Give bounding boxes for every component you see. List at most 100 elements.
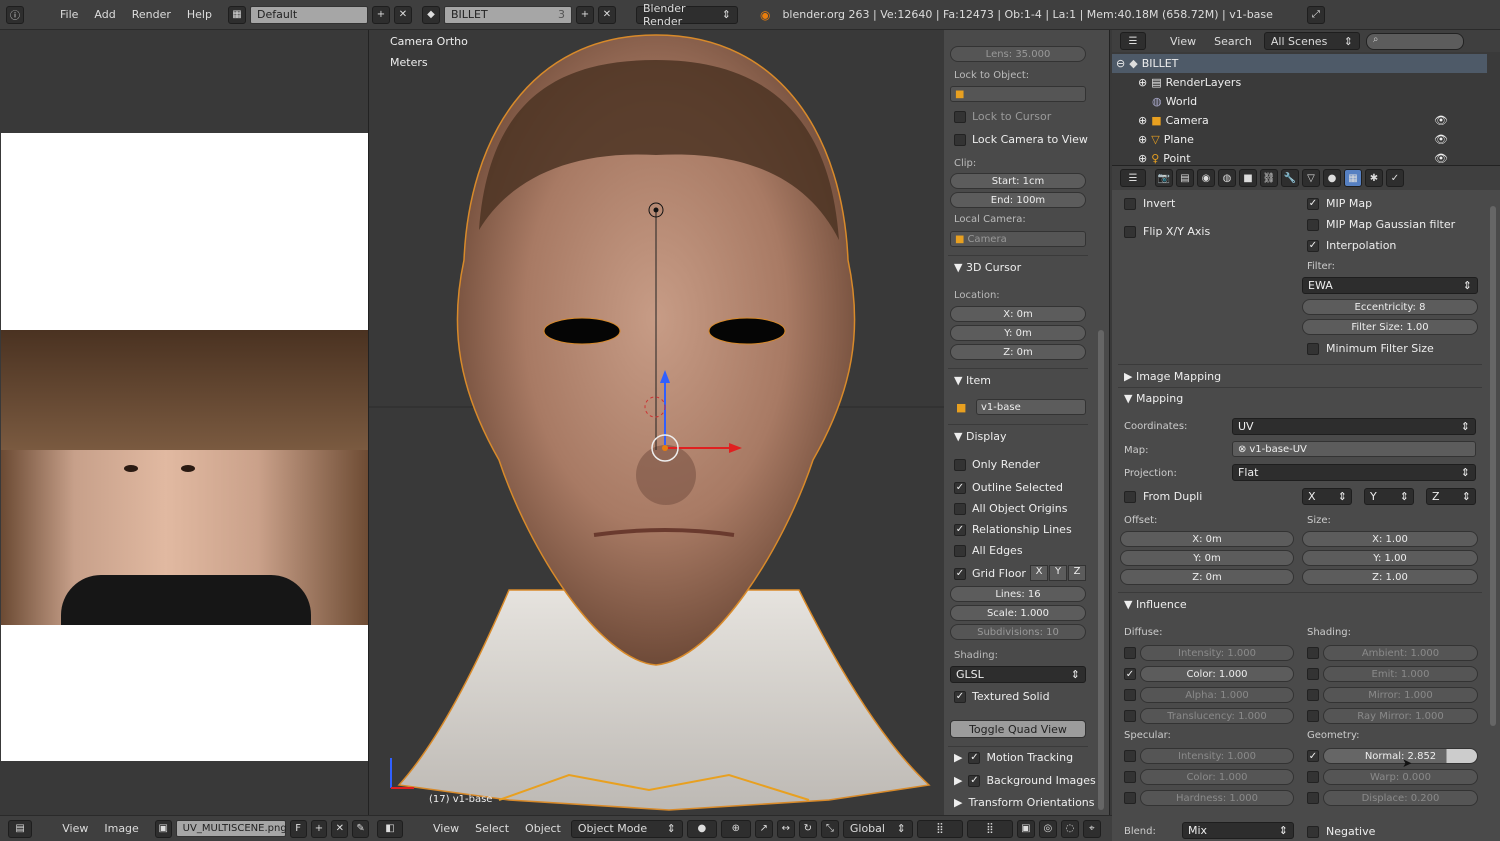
blend-select[interactable]: Mix ⇕	[1182, 822, 1294, 839]
add-layout-icon[interactable]: +	[371, 5, 390, 24]
diffuse-alpha-field[interactable]: Alpha: 1.000	[1140, 687, 1294, 703]
cursor-panel-header[interactable]: ▼ 3D Cursor	[954, 261, 1021, 274]
checkbox[interactable]	[1124, 647, 1136, 659]
render-engine-select[interactable]: Blender Render ⇕	[635, 2, 738, 28]
layers2-icon[interactable]: ⣿	[966, 819, 1013, 838]
grid-scale-field[interactable]: Scale: 1.000	[950, 605, 1086, 621]
outliner-menu-view[interactable]: View	[1164, 35, 1202, 48]
uv-image-editor[interactable]	[0, 30, 369, 815]
layers-tab-icon[interactable]: ▤	[1176, 169, 1194, 187]
lens-field[interactable]: Lens: 35.000	[950, 46, 1086, 62]
all-origins-check[interactable]: All Object Origins	[954, 502, 1067, 515]
normal-field[interactable]: Normal: 2.852	[1323, 748, 1478, 764]
grid-floor-check[interactable]: ✓ Grid Floor	[954, 567, 1026, 580]
manipulator-icon[interactable]: ↗	[754, 819, 773, 838]
uv-menu-view[interactable]: View	[56, 822, 94, 835]
render-icon[interactable]: ◎	[1038, 819, 1057, 838]
diffuse-translucency-field[interactable]: Translucency: 1.000	[1140, 708, 1294, 724]
snap-icon[interactable]: ⌖	[1082, 819, 1101, 838]
outliner-type-icon[interactable]: ☰	[1120, 32, 1146, 50]
flip-xy-check[interactable]: Flip X/Y Axis	[1124, 225, 1210, 238]
properties-type-icon[interactable]: ☰	[1120, 169, 1146, 187]
remove-layout-icon[interactable]: ✕	[393, 5, 412, 24]
info-editor-icon[interactable]: ⓘ	[6, 5, 24, 24]
diffuse-intensity-field[interactable]: Intensity: 1.000	[1140, 645, 1294, 661]
negative-check[interactable]: Negative	[1307, 825, 1375, 838]
outliner-menu-search[interactable]: Search	[1208, 35, 1258, 48]
menu-render[interactable]: Render	[126, 8, 177, 21]
properties-scrollbar[interactable]	[1490, 206, 1496, 726]
clip-end-field[interactable]: End: 100m	[950, 192, 1086, 208]
outliner-item-renderlayers[interactable]: ⊕ ▤ RenderLayers	[1112, 73, 1487, 92]
offset-y-field[interactable]: Y: 0m	[1120, 550, 1294, 566]
axis-z-toggle[interactable]: Z	[1068, 565, 1086, 581]
image-editor-type-icon[interactable]: ▤	[8, 819, 33, 838]
outliner-item-billet[interactable]: ⊖ ◆ BILLET	[1112, 54, 1487, 73]
checkbox[interactable]	[1124, 792, 1136, 804]
motion-tracking-panel[interactable]: ▶ ✓ Motion Tracking	[954, 751, 1073, 764]
checkbox[interactable]	[1307, 792, 1319, 804]
outliner-item-world[interactable]: ◍ World	[1112, 92, 1487, 111]
spec-hardness-field[interactable]: Hardness: 1.000	[1140, 790, 1294, 806]
translate-icon[interactable]: ↔	[776, 819, 795, 838]
cursor-x-field[interactable]: X: 0m	[950, 306, 1086, 322]
min-filter-size-check[interactable]: Minimum Filter Size	[1307, 342, 1434, 355]
vp-menu-object[interactable]: Object	[519, 822, 567, 835]
3dview-type-icon[interactable]: ◧	[377, 819, 403, 838]
scene-tab-icon[interactable]: ◉	[1197, 169, 1215, 187]
map-x-select[interactable]: X ⇕	[1302, 488, 1352, 505]
item-name-field[interactable]: v1-base	[976, 399, 1086, 415]
checkbox[interactable]	[1307, 647, 1319, 659]
proportional-icon[interactable]: ◌	[1060, 819, 1079, 838]
checkbox[interactable]	[1307, 689, 1319, 701]
axis-x-toggle[interactable]: X	[1030, 565, 1048, 581]
modifiers-tab-icon[interactable]: 🔧	[1281, 169, 1299, 187]
outliner-item-plane[interactable]: ⊕ ▽ Plane 👁	[1112, 130, 1487, 149]
grid-subdivisions-field[interactable]: Subdivisions: 10	[950, 624, 1086, 640]
mip-map-check[interactable]: ✓ MIP Map	[1307, 197, 1372, 210]
physics-tab-icon[interactable]: ✓	[1386, 169, 1404, 187]
coordinates-select[interactable]: UV ⇕	[1232, 418, 1476, 435]
menu-add[interactable]: Add	[88, 8, 121, 21]
outliner-search-input[interactable]: ⌕	[1365, 32, 1464, 50]
lock-camera-check[interactable]: Lock Camera to View	[954, 133, 1088, 146]
spec-color-field[interactable]: Color: 1.000	[1140, 769, 1294, 785]
npanel-scrollbar[interactable]	[1098, 330, 1104, 810]
image-name-field[interactable]: UV_MULTISCENE.png	[175, 820, 287, 837]
influence-panel[interactable]: ▼ Influence	[1124, 598, 1187, 611]
shading-mode-icon[interactable]: ●	[686, 819, 717, 838]
scene-icon[interactable]: ◆	[421, 5, 440, 24]
menu-help[interactable]: Help	[181, 8, 218, 21]
material-tab-icon[interactable]: ●	[1323, 169, 1341, 187]
checkbox[interactable]	[1307, 710, 1319, 722]
invert-check[interactable]: Invert	[1124, 197, 1175, 210]
unlink-image-icon[interactable]: ✕	[331, 819, 349, 838]
scene-field[interactable]: BILLET 3	[443, 5, 572, 24]
pivot-icon[interactable]: ⊕	[720, 819, 751, 838]
size-z-field[interactable]: Z: 1.00	[1302, 569, 1478, 585]
all-edges-check[interactable]: All Edges	[954, 544, 1023, 557]
offset-x-field[interactable]: X: 0m	[1120, 531, 1294, 547]
transform-orientations-panel[interactable]: ▶ Transform Orientations	[954, 796, 1095, 809]
mapping-panel[interactable]: ▼ Mapping	[1124, 392, 1183, 405]
scale-icon[interactable]: ⤡	[820, 819, 839, 838]
new-image-icon[interactable]: +	[310, 819, 328, 838]
spec-intensity-field[interactable]: Intensity: 1.000	[1140, 748, 1294, 764]
world-tab-icon[interactable]: ◍	[1218, 169, 1236, 187]
scene-filter-select[interactable]: All Scenes ⇕	[1263, 32, 1360, 50]
add-scene-icon[interactable]: +	[575, 5, 594, 24]
render-tab-icon[interactable]: 📷	[1155, 169, 1173, 187]
clip-start-field[interactable]: Start: 1cm	[950, 173, 1086, 189]
rotate-icon[interactable]: ↻	[798, 819, 817, 838]
from-dupli-check[interactable]: From Dupli	[1124, 490, 1202, 503]
map-field[interactable]: ⊗ v1-base-UV	[1232, 441, 1476, 457]
emit-field[interactable]: Emit: 1.000	[1323, 666, 1478, 682]
vp-menu-view[interactable]: View	[427, 822, 465, 835]
checkbox[interactable]	[1307, 668, 1319, 680]
only-render-check[interactable]: Only Render	[954, 458, 1040, 471]
projection-select[interactable]: Flat ⇕	[1232, 464, 1476, 481]
filter-select[interactable]: EWA ⇕	[1302, 277, 1478, 294]
checkmark-icon[interactable]: ✓	[1124, 668, 1136, 680]
texture-tab-icon[interactable]: ▦	[1344, 169, 1362, 187]
fake-user-button[interactable]: F	[289, 819, 307, 838]
